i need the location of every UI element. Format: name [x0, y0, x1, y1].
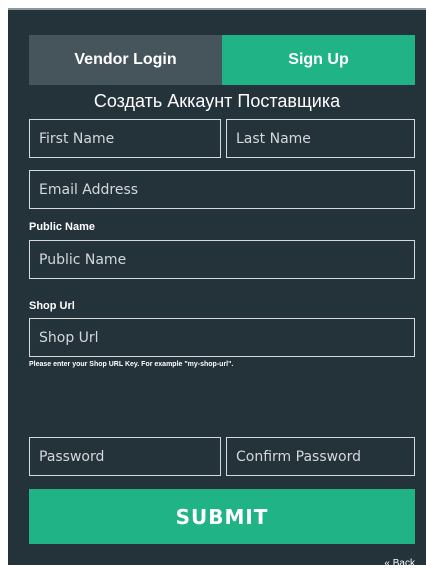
shop-url-hint: Please enter your Shop URL Key. For exam… [29, 361, 234, 368]
shop-url-label: Shop Url [29, 300, 75, 312]
first-name-input[interactable] [29, 119, 221, 158]
public-name-input[interactable] [29, 240, 415, 279]
tab-vendor-login[interactable]: Vendor Login [29, 35, 222, 85]
email-input[interactable] [29, 170, 415, 209]
shop-url-input[interactable] [29, 318, 415, 357]
form-heading: Создать Аккаунт Поставщика [93, 91, 341, 111]
password-input[interactable] [29, 437, 221, 476]
back-link[interactable]: « Back [384, 558, 415, 569]
submit-button[interactable]: SUBMIT [29, 489, 415, 544]
public-name-label: Public Name [29, 221, 96, 233]
confirm-password-input[interactable] [226, 437, 415, 476]
auth-tabs: Vendor Login Sign Up [29, 35, 415, 85]
tab-sign-up[interactable]: Sign Up [222, 35, 415, 85]
vendor-signup-panel: Vendor Login Sign Up Создать Аккаунт Пос… [8, 8, 426, 569]
last-name-input[interactable] [226, 119, 415, 158]
